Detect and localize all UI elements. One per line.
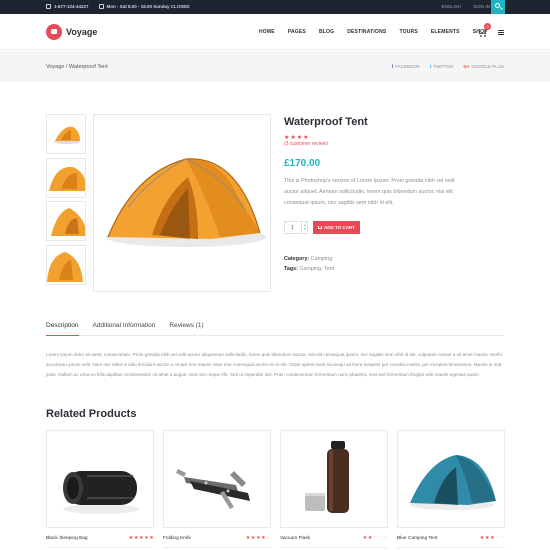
star-icon: ★ <box>303 135 309 141</box>
product-image[interactable] <box>280 430 388 528</box>
signin-link[interactable]: SIGN IN <box>473 4 490 9</box>
related-product-card[interactable]: Blue Camping Tent ★ ★ ★ ☆ ☆ <box>397 430 505 548</box>
product-name[interactable]: Folding Knife <box>163 536 191 541</box>
star-icon: ★ <box>290 135 296 141</box>
hamburger-menu-icon[interactable] <box>498 30 504 35</box>
nav-pages[interactable]: PAGES <box>288 29 306 35</box>
contact-info: 1-677-124-44227 Mon - Sat 8.00 - 18.00 S… <box>46 4 190 9</box>
top-bar: 1-677-124-44227 Mon - Sat 8.00 - 18.00 S… <box>0 0 550 14</box>
thumbnail-3[interactable] <box>46 201 86 241</box>
breadcrumb[interactable]: Voyage / Waterproof Tent <box>46 64 108 70</box>
quantity-value: 1 <box>291 225 294 231</box>
breadcrumb-bar: Voyage / Waterproof Tent f FACEBOOK t TWIT… <box>0 51 550 82</box>
quantity-arrows-icon[interactable] <box>301 222 307 233</box>
thumbnail-2[interactable] <box>46 157 86 198</box>
logo-icon <box>46 24 62 40</box>
hours: Mon - Sat 8.00 - 18.00 Sunday CLOSED <box>98 4 190 9</box>
thumbnail-1[interactable] <box>46 114 86 154</box>
review-count-link[interactable]: (3 customer review) <box>284 141 328 147</box>
product-tabs: Description Additional Information Revie… <box>46 322 504 336</box>
tab-description-content: Lorem ipsum dolor sit amet, consectetuer… <box>46 352 502 377</box>
main-nav: HOME PAGES BLOG DESTINATIONS TOURS ELEME… <box>259 29 488 35</box>
add-to-cart-button[interactable]: ADD TO CART <box>313 221 360 234</box>
product-main-image[interactable] <box>93 114 271 292</box>
nav-home[interactable]: HOME <box>259 29 275 35</box>
share-twitter[interactable]: t TWITTER <box>430 64 454 69</box>
star-icon: ★ <box>296 135 303 141</box>
facebook-icon: f <box>391 64 394 69</box>
product-name[interactable]: Blue Camping Tent <box>397 536 437 541</box>
related-product-card[interactable]: Folding Knife ★ ★ ★ ★ ☆ <box>163 430 271 548</box>
product-name[interactable]: Vacuum Flask <box>280 536 310 541</box>
related-product-card[interactable]: Vacuum Flask ★ ★ ☆ ☆ ☆ <box>280 430 388 548</box>
product-rating: ★ ★ ★ ☆ ☆ <box>479 535 505 541</box>
logo-text: Voyage <box>66 27 98 37</box>
product-image[interactable] <box>397 430 505 528</box>
product-rating: ★ ★ ★ ★ ★ <box>128 535 154 541</box>
phone: 1-677-124-44227 <box>46 4 89 9</box>
search-button[interactable] <box>491 0 505 14</box>
product-rating: ★ ★ ☆ ☆ ☆ <box>362 535 388 541</box>
product-category: Category: Camping <box>284 256 333 262</box>
thumbnail-4[interactable] <box>46 244 86 285</box>
product-tags: Tags: Camping, Tent <box>284 266 335 272</box>
google-plus-icon: G+ <box>463 64 470 69</box>
logo[interactable]: Voyage <box>46 24 97 40</box>
star-icon: ★ <box>284 135 290 141</box>
tab-reviews[interactable]: Reviews (1) <box>169 322 203 335</box>
nav-elements[interactable]: ELEMENTS <box>431 29 460 35</box>
nav-destinations[interactable]: DESTINATIONS <box>347 29 386 35</box>
category-link[interactable]: Camping <box>311 256 333 262</box>
product-rating: ★ ★ ★ ★ ☆ <box>284 134 315 141</box>
product-image[interactable] <box>46 430 154 528</box>
related-product-card[interactable]: Black Sleeping Bag ★ ★ ★ ★ ★ <box>46 430 154 548</box>
thumbnail-list <box>46 114 86 288</box>
product-name[interactable]: Black Sleeping Bag <box>46 536 88 541</box>
phone-icon <box>46 4 51 9</box>
clock-icon <box>98 4 104 9</box>
related-products-title: Related Products <box>46 408 137 420</box>
quantity-stepper[interactable]: 1 <box>284 221 308 234</box>
product-image[interactable] <box>163 430 271 528</box>
site-header: Voyage HOME PAGES BLOG DESTINATIONS TOUR… <box>0 14 550 50</box>
product-description: This is Photoshop's version of Lorem Ips… <box>284 178 455 206</box>
product-price: £170.00 <box>284 158 321 169</box>
tab-description[interactable]: Description <box>46 322 79 336</box>
tab-additional-information[interactable]: Additional Information <box>93 322 156 335</box>
share-google[interactable]: G+ GOOGLE PLUS <box>463 64 504 69</box>
nav-tours[interactable]: TOURS <box>399 29 417 35</box>
cart-icon <box>318 226 323 229</box>
cart-count-badge: 0 <box>484 23 491 30</box>
share-facebook[interactable]: f FACEBOOK <box>392 64 420 69</box>
tag-links[interactable]: Camping, Tent <box>299 266 334 272</box>
star-empty-icon: ☆ <box>309 135 315 141</box>
share-links: f FACEBOOK t TWITTER G+ GOOGLE PLUS <box>392 64 504 69</box>
product-title: Waterproof Tent <box>284 116 368 128</box>
product-rating: ★ ★ ★ ★ ☆ <box>245 535 271 541</box>
language-selector[interactable]: ENGLISH <box>441 4 461 9</box>
nav-blog[interactable]: BLOG <box>319 29 334 35</box>
twitter-icon: t <box>429 64 432 69</box>
